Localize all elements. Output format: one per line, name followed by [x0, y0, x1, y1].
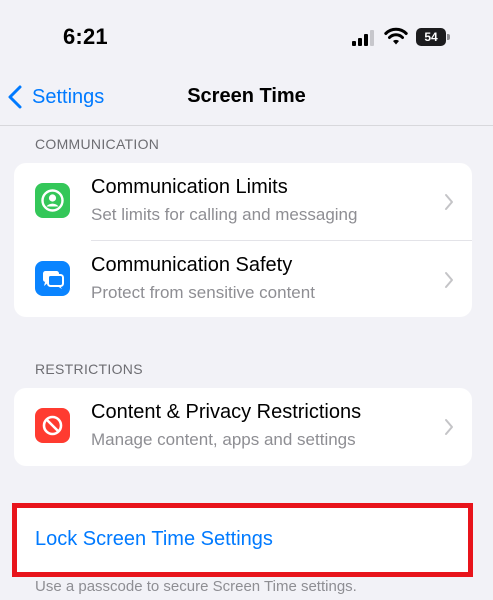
person-circle-icon [35, 183, 70, 218]
section-header-communication: COMMUNICATION [35, 136, 160, 152]
cellular-signal-icon [352, 30, 374, 46]
page-title: Screen Time [187, 85, 306, 107]
chevron-right-icon [445, 419, 453, 435]
lock-footer-note: Use a passcode to secure Screen Time set… [35, 578, 357, 595]
section-header-restrictions: RESTRICTIONS [35, 361, 143, 377]
status-bar: 6:21 54 [0, 0, 493, 68]
wifi-icon [384, 27, 408, 45]
row-communication-limits[interactable]: Communication Limits Set limits for call… [14, 163, 472, 241]
navigation-bar: Settings Screen Time [0, 68, 493, 126]
highlight-annotation-box [12, 503, 473, 577]
communication-card: Communication Limits Set limits for call… [14, 163, 472, 317]
chevron-right-icon [445, 194, 453, 210]
no-entry-icon [35, 408, 70, 443]
battery-icon: 54 [416, 28, 450, 46]
row-title: Content & Privacy Restrictions [91, 401, 362, 423]
row-communication-safety[interactable]: Communication Safety Protect from sensit… [14, 241, 472, 317]
message-bubble-icon [35, 261, 70, 296]
row-content-privacy-restrictions[interactable]: Content & Privacy Restrictions Manage co… [14, 388, 472, 466]
row-subtitle: Manage content, apps and settings [91, 430, 356, 449]
chevron-right-icon [445, 272, 453, 288]
row-title: Communication Limits [91, 176, 288, 198]
battery-level: 54 [424, 30, 438, 44]
row-title: Communication Safety [91, 254, 293, 276]
restrictions-card: Content & Privacy Restrictions Manage co… [14, 388, 472, 466]
row-subtitle: Set limits for calling and messaging [91, 205, 358, 224]
screen-time-settings-screen: 6:21 54 Settings Screen Time COMMUNICATI… [0, 0, 493, 600]
status-time: 6:21 [63, 24, 108, 49]
row-subtitle: Protect from sensitive content [91, 283, 315, 302]
